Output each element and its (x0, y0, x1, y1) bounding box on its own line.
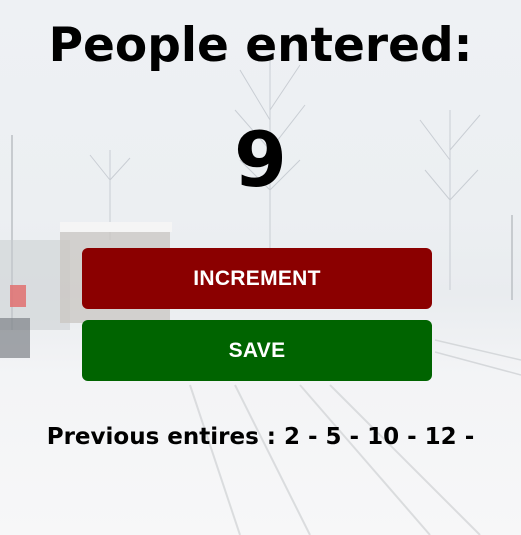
save-button[interactable]: SAVE (82, 320, 432, 381)
increment-button[interactable]: INCREMENT (82, 248, 432, 309)
previous-entries: Previous entires : 2 - 5 - 10 - 12 - (0, 424, 521, 450)
previous-entries-label: Previous entires : (46, 424, 284, 450)
people-count: 9 (234, 115, 287, 204)
previous-entries-list: 2 - 5 - 10 - 12 - (283, 424, 475, 450)
page-title: People entered: (48, 18, 473, 73)
